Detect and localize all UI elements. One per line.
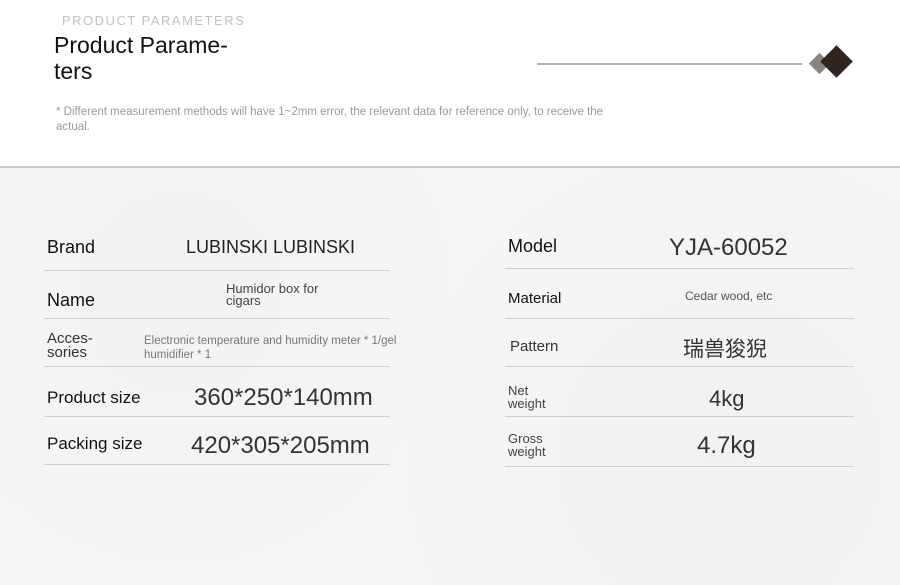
param-row-material: Material Cedar wood, etc xyxy=(505,270,854,319)
param-label: Product size xyxy=(47,388,141,407)
param-value: LUBINSKI LUBINSKI xyxy=(186,237,356,257)
param-value: YJA-60052 xyxy=(669,234,788,261)
param-value: 瑞兽狻猊 xyxy=(683,338,767,361)
param-label: Material xyxy=(508,290,562,307)
param-value: 4kg xyxy=(709,386,745,411)
param-row-gross-weight: Gross weight 4.7kg xyxy=(505,418,854,467)
param-label: Net weight xyxy=(508,383,546,411)
param-value: 4.7kg xyxy=(697,432,756,459)
param-row-name: Name Humidor box for cigars xyxy=(44,272,390,319)
param-label: Gross weight xyxy=(508,431,546,459)
param-row-net-weight: Net weight 4kg xyxy=(505,370,854,417)
param-value: Cedar wood, etc xyxy=(685,289,773,303)
param-row-product-size: Product size 360*250*140mm xyxy=(44,370,390,417)
param-value: Humidor box for cigars xyxy=(226,281,319,308)
section-eyebrow: PRODUCT PARAMETERS xyxy=(62,13,246,28)
param-label: Name xyxy=(47,290,96,310)
header: PRODUCT PARAMETERS Product Parame- ters … xyxy=(0,0,900,168)
param-label: Brand xyxy=(47,237,96,257)
param-label: Pattern xyxy=(510,338,559,355)
diamond-icon xyxy=(808,45,853,78)
param-row-brand: Brand LUBINSKI LUBINSKI xyxy=(44,222,390,271)
parameter-table: Brand LUBINSKI LUBINSKI Name Humidor box… xyxy=(0,168,900,585)
param-value: 360*250*140mm xyxy=(194,384,373,411)
page-title: Product Parame- ters xyxy=(54,32,228,84)
param-label: Model xyxy=(508,236,558,256)
param-row-model: Model YJA-60052 xyxy=(505,220,854,269)
measurement-note: * Different measurement methods will hav… xyxy=(56,106,604,133)
decorative-rule xyxy=(537,63,802,65)
param-row-packing-size: Packing size 420*305*205mm xyxy=(44,418,390,465)
param-label: Acces- sories xyxy=(47,330,93,361)
param-label: Packing size xyxy=(47,434,143,453)
param-value: 420*305*205mm xyxy=(191,432,370,459)
param-value: Electronic temperature and humidity mete… xyxy=(144,335,397,361)
param-row-pattern: Pattern 瑞兽狻猊 xyxy=(505,320,854,367)
param-row-accessories: Acces- sories Electronic temperature and… xyxy=(44,320,396,367)
